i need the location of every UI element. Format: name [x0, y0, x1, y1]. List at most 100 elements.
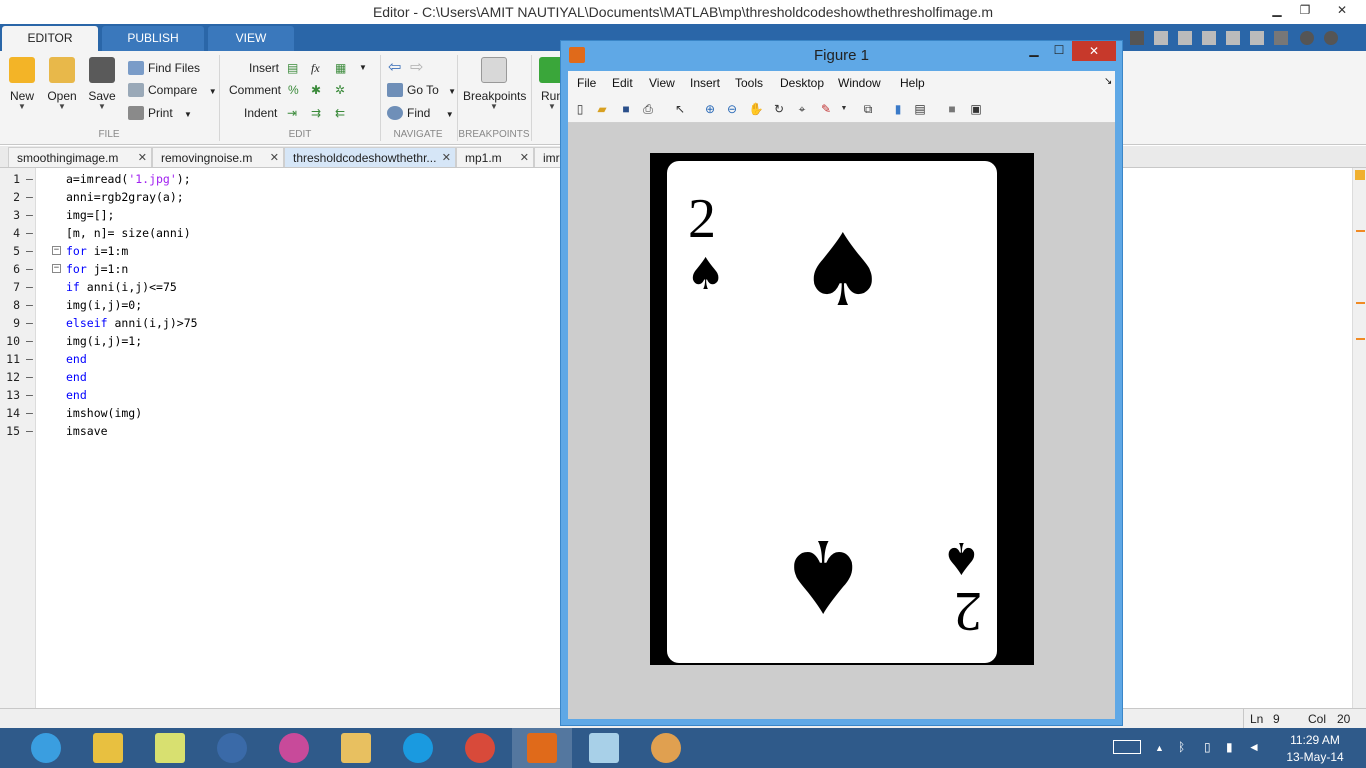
undo-icon[interactable] [1226, 31, 1240, 45]
figure-maximize-button[interactable]: ☐ [1048, 43, 1070, 57]
open-button[interactable]: Open ▼ [40, 57, 84, 111]
code-line[interactable]: 14– imshow(img) [0, 404, 540, 422]
brush-icon[interactable]: ✎ [818, 101, 834, 117]
close-icon[interactable]: ✕ [270, 148, 279, 168]
code-line[interactable]: 11– end [0, 350, 540, 368]
new-figure-icon[interactable]: ▯ [572, 101, 588, 117]
breakpoint-dash[interactable]: – [26, 314, 33, 332]
increase-indent-icon[interactable]: ⇉ [311, 104, 321, 122]
code-line[interactable]: 8– img(i,j)=0; [0, 296, 540, 314]
network-icon[interactable]: ▮ [1226, 740, 1233, 754]
maximize-button[interactable]: ❐ [1292, 0, 1318, 22]
internet-explorer-button[interactable] [16, 728, 76, 768]
code-line[interactable]: 9– elseif anni(i,j)>75 [0, 314, 540, 332]
app-button[interactable] [140, 728, 200, 768]
breakpoint-dash[interactable]: – [26, 170, 33, 188]
show-plot-tools-icon[interactable]: ▣ [968, 101, 984, 117]
breakpoint-dash[interactable]: – [26, 296, 33, 314]
uncomment-icon[interactable]: ✱ [311, 81, 321, 99]
code-line[interactable]: 12– end [0, 368, 540, 386]
menu-tools[interactable]: Tools [735, 76, 763, 90]
bluetooth-icon[interactable]: ᛒ [1178, 740, 1185, 754]
clock-time[interactable]: 11:29 AM [1287, 733, 1343, 747]
tab-view[interactable]: VIEW [208, 26, 294, 51]
menu-view[interactable]: View [649, 76, 675, 90]
save-icon[interactable] [1130, 31, 1144, 45]
zoom-out-icon[interactable]: ⊖ [724, 101, 740, 117]
file-tab-removingnoise[interactable]: removingnoise.m ✕ [152, 147, 284, 167]
dock-icon[interactable]: ↘ [1104, 76, 1112, 87]
code-line[interactable]: 10– img(i,j)=1; [0, 332, 540, 350]
save-figure-icon[interactable]: ■ [618, 101, 634, 117]
breakpoint-dash[interactable]: – [26, 260, 33, 278]
menu-insert[interactable]: Insert [690, 76, 720, 90]
volume-icon[interactable]: ◄ [1248, 740, 1260, 754]
breakpoint-dash[interactable]: – [26, 188, 33, 206]
menu-help[interactable]: Help [900, 76, 925, 90]
goto-button[interactable]: Go To ▼ [387, 81, 456, 99]
file-tab-mp1[interactable]: mp1.m ✕ [456, 147, 534, 167]
switch-windows-icon[interactable] [1274, 31, 1288, 45]
chevron-down-icon[interactable]: ▼ [836, 101, 852, 117]
app-button[interactable] [264, 728, 324, 768]
cut-icon[interactable] [1154, 31, 1168, 45]
show-hidden-icons-icon[interactable]: ▲ [1155, 743, 1164, 753]
figure-close-button[interactable]: ✕ [1072, 41, 1116, 61]
figure-canvas[interactable]: 2 ♠ ♠ ♠ ♠ 2 [568, 123, 1115, 719]
legend-icon[interactable]: ▤ [912, 101, 928, 117]
minimize-button[interactable]: ▁ [1264, 0, 1290, 22]
tab-publish[interactable]: PUBLISH [102, 26, 204, 51]
code-line[interactable]: 4– [m, n]= size(anni) [0, 224, 540, 242]
copy-icon[interactable] [1178, 31, 1192, 45]
app-button[interactable] [574, 728, 634, 768]
save-button[interactable]: Save ▼ [80, 57, 124, 111]
chevron-down-icon[interactable]: ▼ [359, 59, 367, 77]
back-arrow-icon[interactable]: ⇦ [388, 59, 401, 77]
code-line[interactable]: 7– if anni(i,j)<=75 [0, 278, 540, 296]
compare-button[interactable]: Compare ▼ [128, 81, 217, 99]
code-line[interactable]: 6– − for j=1:n [0, 260, 540, 278]
breakpoint-dash[interactable]: – [26, 404, 33, 422]
code-line[interactable]: 1– a=imread('1.jpg'); [0, 170, 540, 188]
rotate-icon[interactable]: ↻ [771, 101, 787, 117]
keyboard-icon[interactable] [1113, 740, 1141, 754]
tab-editor[interactable]: EDITOR [2, 26, 98, 51]
warning-marker[interactable] [1356, 230, 1365, 232]
figure-minimize-button[interactable]: ▁ [1023, 43, 1045, 57]
paste-icon[interactable] [1202, 31, 1216, 45]
options-icon[interactable] [1324, 31, 1338, 45]
redo-icon[interactable] [1250, 31, 1264, 45]
breakpoints-button[interactable]: Breakpoints ▼ [463, 57, 526, 111]
breakpoint-dash[interactable]: – [26, 350, 33, 368]
pointer-icon[interactable]: ↖ [672, 101, 688, 117]
link-plot-icon[interactable]: ⧉ [860, 101, 876, 117]
breakpoint-dash[interactable]: – [26, 206, 33, 224]
breakpoint-dash[interactable]: – [26, 386, 33, 404]
app-button[interactable] [78, 728, 138, 768]
breakpoint-dash[interactable]: – [26, 332, 33, 350]
chrome-button[interactable] [450, 728, 510, 768]
menu-desktop[interactable]: Desktop [780, 76, 824, 90]
clock-date[interactable]: 13-May-14 [1284, 750, 1346, 764]
wrap-comments-icon[interactable]: ✲ [335, 81, 345, 99]
code-line[interactable]: 15– imsave [0, 422, 540, 440]
editor-scrollbar[interactable] [1352, 168, 1366, 708]
insert-section-icon[interactable]: ▤ [287, 59, 298, 77]
breakpoint-dash[interactable]: – [26, 242, 33, 260]
breakpoint-dash[interactable]: – [26, 224, 33, 242]
close-icon[interactable]: ✕ [520, 148, 529, 168]
menu-window[interactable]: Window [838, 76, 881, 90]
battery-icon[interactable]: ▯ [1204, 740, 1211, 754]
print-figure-icon[interactable]: ⎙ [640, 101, 656, 117]
close-icon[interactable]: ✕ [138, 148, 147, 168]
comment-icon[interactable]: % [288, 81, 299, 99]
indent-button[interactable]: Indent [244, 104, 277, 122]
fold-toggle-icon[interactable]: − [52, 246, 61, 255]
breakpoint-dash[interactable]: – [26, 368, 33, 386]
help-icon[interactable] [1300, 31, 1314, 45]
find-button[interactable]: Find ▼ [387, 104, 454, 122]
code-line[interactable]: 5– − for i=1:m [0, 242, 540, 260]
smart-indent-icon[interactable]: ⇥ [287, 104, 297, 122]
find-files-button[interactable]: Find Files [128, 59, 200, 77]
matlab-button[interactable] [512, 728, 572, 768]
